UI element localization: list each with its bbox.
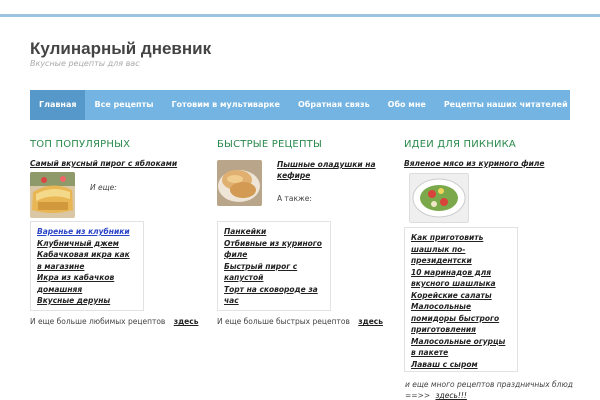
quick-recipes-box: Панкейки Отбивные из куриного филе Быстр… [217, 221, 331, 311]
list-item[interactable]: Малосольные помидоры быстрого приготовле… [411, 301, 511, 336]
more-picnic-link[interactable]: здесь!!! [436, 391, 467, 400]
nav-item-feedback[interactable]: Обратная связь [289, 90, 379, 120]
site-title[interactable]: Кулинарный дневник [30, 39, 211, 59]
list-item[interactable]: Кабачковая икра как в магазине [37, 249, 137, 272]
more-quick-label: И еще больше быстрых рецептов [217, 317, 350, 326]
more-popular-text: И еще больше любимых рецептов здесь [30, 317, 198, 326]
pancakes-thumbnail[interactable] [217, 160, 262, 206]
also-label: И еще: [90, 183, 117, 192]
also-label: А также: [277, 194, 312, 203]
arrow-text: ==>> [405, 391, 431, 400]
list-item[interactable]: Малосольные огурцы в пакете [411, 336, 511, 359]
list-item[interactable]: Варенье из клубники [37, 226, 137, 238]
more-popular-label: И еще больше любимых рецептов [30, 317, 166, 326]
nav-item-home[interactable]: Главная [30, 90, 86, 120]
site-tagline: Вкусные рецепты для вас [30, 59, 140, 68]
featured-dried-chicken-link[interactable]: Вяленое мясо из куриного филе [404, 159, 544, 168]
nav-item-all-recipes[interactable]: Все рецепты [85, 90, 162, 120]
main-nav: Главная Все рецепты Готовим в мультиварк… [30, 90, 570, 120]
featured-pancakes-link[interactable]: Пышные оладушки на кефире [277, 159, 377, 181]
list-item[interactable]: Клубничный джем [37, 238, 137, 250]
more-picnic-label: и еще много рецептов праздничных блюд [405, 380, 573, 389]
list-item[interactable]: Вкусные деруны [37, 295, 137, 307]
list-item[interactable]: 10 маринадов для вкусного шашлыка [411, 267, 511, 290]
nav-item-readers-recipes[interactable]: Рецепты наших читателей [435, 90, 577, 120]
list-item[interactable]: Быстрый пирог с капустой [224, 261, 324, 284]
list-item[interactable]: Корейские салаты [411, 290, 511, 302]
list-item[interactable]: Панкейки [224, 226, 324, 238]
col-quick-recipes-title: БЫСТРЫЕ РЕЦЕПТЫ [217, 139, 323, 150]
list-item[interactable]: Отбивные из куриного филе [224, 238, 324, 261]
apple-pie-thumbnail[interactable] [30, 172, 75, 218]
more-popular-link[interactable]: здесь [174, 317, 199, 326]
list-item[interactable]: Как приготовить шашлык по-президентски [411, 232, 511, 267]
list-item[interactable]: Торт на сковороде за час [224, 284, 324, 307]
list-item[interactable]: Лаваш с сыром [411, 359, 511, 371]
col-top-popular-title: ТОП ПОПУЛЯРНЫХ [30, 139, 131, 150]
col-picnic-ideas-title: ИДЕИ ДЛЯ ПИКНИКА [404, 139, 516, 150]
more-quick-text: И еще больше быстрых рецептов здесь [217, 317, 383, 326]
list-item[interactable]: Икра из кабачков домашняя [37, 272, 137, 295]
top-accent-line [0, 14, 600, 17]
picnic-ideas-box: Как приготовить шашлык по-президентски 1… [404, 227, 518, 372]
popular-recipes-box: Варенье из клубники Клубничный джем Каба… [30, 221, 144, 311]
nav-item-about[interactable]: Обо мне [379, 90, 435, 120]
featured-apple-pie-link[interactable]: Самый вкусный пирог с яблоками [30, 159, 177, 168]
salad-thumbnail[interactable] [409, 173, 469, 223]
more-picnic-line: ==>> здесь!!! [405, 391, 467, 400]
more-quick-link[interactable]: здесь [358, 317, 383, 326]
nav-item-multicooker[interactable]: Готовим в мультиварке [162, 90, 289, 120]
